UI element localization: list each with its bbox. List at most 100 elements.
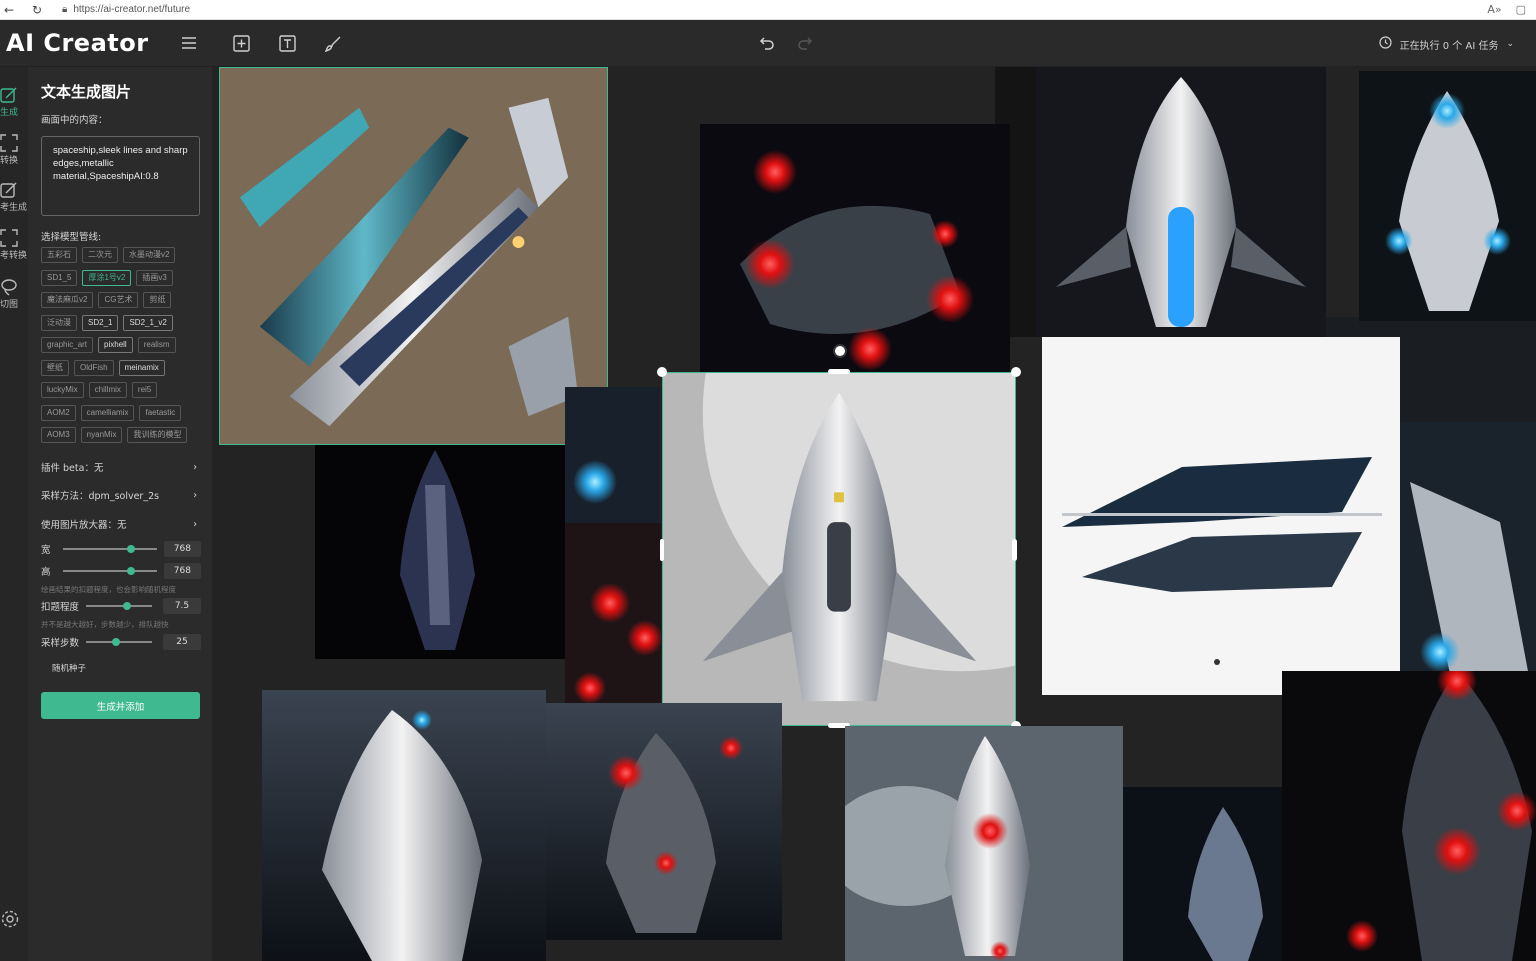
spaceship-illustration bbox=[700, 124, 1010, 374]
add-square-icon[interactable] bbox=[230, 32, 252, 54]
model-tag[interactable]: 魔法麻瓜v2 bbox=[41, 292, 94, 308]
clock-icon bbox=[1378, 36, 1392, 52]
steps-slider[interactable]: 采样步数 25 bbox=[41, 634, 201, 650]
model-tag[interactable]: 水墨动漫v2 bbox=[123, 247, 176, 263]
height-track[interactable] bbox=[62, 567, 157, 575]
steps-value[interactable]: 25 bbox=[163, 634, 201, 650]
model-tag[interactable]: 泛动漫 bbox=[41, 314, 77, 331]
generated-image[interactable] bbox=[1036, 67, 1326, 337]
model-tag[interactable]: chillmix bbox=[88, 382, 127, 398]
model-tag[interactable]: graphic_art bbox=[41, 337, 94, 353]
model-tag[interactable]: 壁纸 bbox=[41, 359, 69, 376]
generate-button[interactable]: 生成并添加 bbox=[41, 692, 200, 719]
steps-knob[interactable] bbox=[111, 638, 120, 646]
model-tag[interactable]: AOM3 bbox=[41, 427, 76, 443]
gear-icon[interactable] bbox=[0, 909, 20, 929]
image-canvas[interactable] bbox=[212, 67, 1536, 961]
generated-image[interactable] bbox=[262, 690, 546, 961]
plugin-selector[interactable]: 插件 beta：无 › bbox=[41, 460, 197, 475]
model-tag[interactable]: meinamix bbox=[118, 359, 165, 376]
generated-image[interactable] bbox=[565, 523, 661, 703]
generated-image-selected[interactable] bbox=[662, 372, 1016, 726]
back-icon[interactable]: ← bbox=[0, 3, 18, 17]
chevron-down-icon: ⌄ bbox=[1506, 39, 1514, 49]
guidance-value[interactable]: 7.5 bbox=[163, 598, 201, 614]
sampler-selector[interactable]: 采样方法：dpm_solver_2s › bbox=[41, 488, 197, 503]
generated-image[interactable] bbox=[1042, 337, 1400, 695]
model-tag[interactable]: SD1_5 bbox=[41, 269, 78, 286]
width-value[interactable]: 768 bbox=[163, 541, 201, 557]
model-tag[interactable]: camelliamix bbox=[80, 404, 135, 421]
generated-image[interactable] bbox=[546, 703, 782, 940]
nav-item-cutout[interactable]: 切图 bbox=[0, 277, 28, 310]
resize-handle-right[interactable] bbox=[1012, 539, 1017, 561]
nav-item-generate[interactable]: 生成 bbox=[0, 85, 28, 118]
task-status-text: 正在执行 0 个 AI 任务 bbox=[1399, 40, 1499, 52]
reload-icon[interactable]: ↻ bbox=[28, 3, 46, 17]
prompt-input[interactable]: spaceship,sleek lines and sharp edges,me… bbox=[41, 136, 200, 216]
resize-handle-top-left[interactable] bbox=[657, 367, 667, 377]
seed-toggle[interactable]: 随机种子 bbox=[52, 662, 86, 674]
model-tag[interactable]: OldFish bbox=[74, 359, 114, 376]
height-knob[interactable] bbox=[127, 567, 136, 575]
model-tag[interactable]: SD2_1_v2 bbox=[123, 314, 173, 331]
upscaler-selector[interactable]: 使用图片放大器：无 › bbox=[41, 517, 197, 532]
rotate-handle[interactable] bbox=[833, 344, 847, 358]
model-tag[interactable]: 五彩石 bbox=[41, 247, 77, 263]
generated-image[interactable] bbox=[700, 124, 1010, 374]
width-slider[interactable]: 宽 768 bbox=[41, 541, 201, 557]
nav-item-convert[interactable]: 转换 bbox=[0, 133, 28, 166]
generated-image-selected-brown[interactable] bbox=[219, 67, 608, 445]
height-slider[interactable]: 高 768 bbox=[41, 563, 201, 579]
model-tag[interactable]: 厚涂1号v2 bbox=[82, 269, 132, 286]
redo-icon[interactable] bbox=[794, 32, 816, 54]
model-tag[interactable]: realism bbox=[137, 337, 176, 353]
generated-image[interactable] bbox=[315, 445, 565, 659]
guidance-knob[interactable] bbox=[122, 602, 131, 610]
undo-icon[interactable] bbox=[756, 32, 778, 54]
history-controls bbox=[756, 32, 816, 54]
model-tag[interactable]: 我训练的模型 bbox=[127, 427, 188, 443]
text-box-icon[interactable] bbox=[276, 32, 298, 54]
address-bar[interactable]: 🔒︎ https://ai-creator.net/future bbox=[62, 4, 190, 15]
model-tag[interactable]: rei5 bbox=[131, 382, 158, 398]
model-tag[interactable]: 二次元 bbox=[82, 247, 118, 263]
nav-item-ref-convert[interactable]: 考转换 bbox=[0, 228, 28, 261]
model-tag[interactable]: 插画v3 bbox=[136, 269, 173, 286]
model-tag[interactable]: AOM2 bbox=[41, 404, 76, 421]
menu-icon[interactable] bbox=[178, 32, 200, 54]
model-tag[interactable]: CG艺术 bbox=[98, 292, 139, 308]
model-tag[interactable]: SD2_1 bbox=[82, 314, 119, 331]
lasso-icon bbox=[0, 277, 28, 297]
split-window-icon[interactable]: ▢ bbox=[1516, 3, 1526, 16]
height-value[interactable]: 768 bbox=[163, 563, 201, 579]
model-tag[interactable]: pixhell bbox=[98, 337, 133, 353]
resize-handle-top[interactable] bbox=[828, 369, 850, 374]
chevron-right-icon: › bbox=[193, 489, 197, 501]
spaceship-illustration bbox=[565, 387, 660, 523]
generated-image[interactable] bbox=[1282, 671, 1536, 961]
model-tag[interactable]: luckyMix bbox=[41, 382, 84, 398]
width-track[interactable] bbox=[62, 545, 157, 553]
panel-title: 文本生成图片 bbox=[41, 83, 132, 101]
steps-track[interactable] bbox=[86, 638, 153, 646]
model-tag[interactable]: 剪纸 bbox=[143, 292, 172, 308]
steps-label: 采样步数 bbox=[41, 638, 80, 649]
guidance-slider[interactable]: 扣题程度 7.5 bbox=[41, 598, 201, 614]
generated-image[interactable] bbox=[845, 726, 1123, 961]
model-tag[interactable]: faetastic bbox=[139, 404, 182, 421]
width-knob[interactable] bbox=[127, 545, 136, 553]
nav-item-ref-generate[interactable]: 考生成 bbox=[0, 180, 28, 213]
brush-icon[interactable] bbox=[322, 32, 344, 54]
model-tag[interactable]: nyanMix bbox=[80, 427, 123, 443]
generated-image[interactable] bbox=[1359, 71, 1536, 321]
resize-handle-top-right[interactable] bbox=[1011, 367, 1021, 377]
nav-label: 切图 bbox=[0, 300, 19, 310]
read-aloud-icon[interactable]: A» bbox=[1487, 3, 1501, 16]
task-status[interactable]: 正在执行 0 个 AI 任务 ⌄ bbox=[1378, 36, 1514, 52]
generated-image[interactable] bbox=[565, 387, 660, 523]
spaceship-illustration bbox=[262, 690, 546, 961]
resize-handle-left[interactable] bbox=[660, 539, 664, 561]
spaceship-illustration bbox=[1359, 71, 1536, 321]
guidance-track[interactable] bbox=[86, 602, 153, 610]
